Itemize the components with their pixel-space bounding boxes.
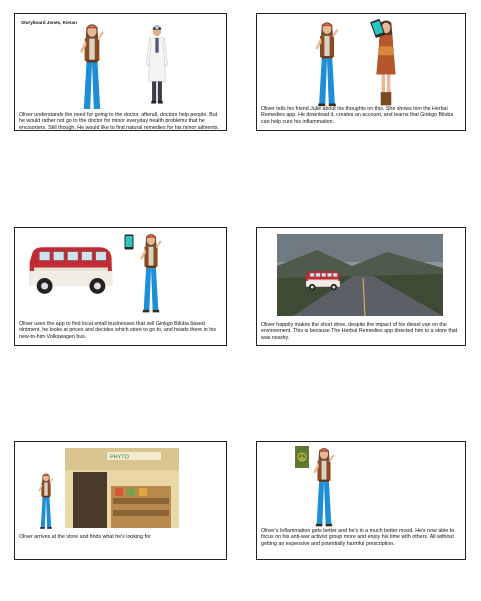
panel-4-caption: Oliver happily makes the short drive, de… [261,322,458,341]
storyboard-panel-2: Oliver tells his friend Julie about his … [256,13,466,131]
phone-icon [124,234,134,250]
oliver-figure [315,22,339,107]
oliver-figure [80,24,104,109]
vw-bus-image [29,246,113,295]
oliver-figure [313,448,335,527]
oliver-figure [38,473,54,529]
panel-1-illustration [80,24,169,109]
panel-3-illustration [29,234,162,313]
panel-2-illustration [315,18,396,107]
panel-4-illustration [277,234,443,317]
storyboard-panel-5: PHYTO Oliver arrives at the store and fi… [14,441,227,560]
panel-3-caption: Oliver uses the app to find local small … [19,321,216,340]
panel-6-illustration [295,446,335,527]
panel-2-caption: Oliver tells his friend Julie about his … [261,106,454,125]
storyboard-panel-6: Oliver's Inflammation gets better and he… [256,441,466,560]
oliver-figure [140,234,162,313]
panel-6-caption: Oliver's Inflammation gets better and he… [261,528,455,547]
storyboard-panel-3: Oliver uses the app to find local small … [14,227,227,346]
store-sign: PHYTO [110,455,130,461]
storyboard-panel-4: Oliver happily makes the short drive, de… [256,227,466,346]
panel-5-caption: Oliver arrives at the store and finds wh… [19,534,151,540]
doctor-figure [145,24,169,105]
storyboard-panel-1: Storyboard Jones, Kieran Oliver understa… [14,13,227,131]
panel-1-caption: Oliver understands the need for going to… [19,112,219,131]
panel-5-illustration: PHYTO [38,448,179,529]
